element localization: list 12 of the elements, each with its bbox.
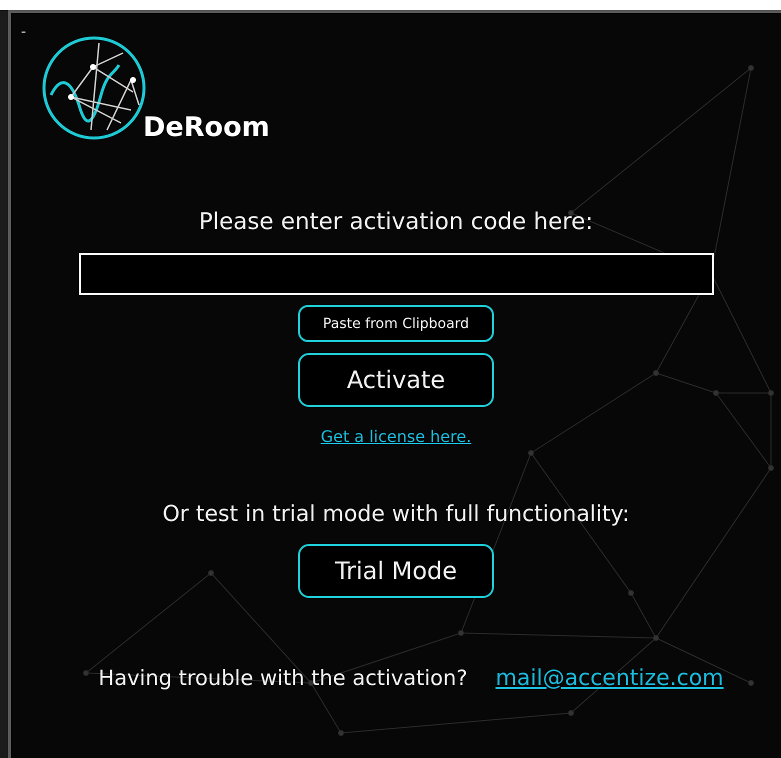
trial-mode-button[interactable]: Trial Mode (298, 544, 494, 598)
activate-button[interactable]: Activate (298, 353, 494, 407)
app-name: DeRoom (143, 112, 270, 143)
help-question: Having trouble with the activation? (98, 666, 468, 690)
activation-code-field[interactable] (78, 253, 714, 295)
activation-prompt: Please enter activation code here: (198, 209, 594, 235)
trial-prompt: Or test in trial mode with full functionality: (162, 502, 630, 527)
email-link[interactable]: mail@accentize.com (496, 666, 724, 691)
license-link[interactable]: Get a license here. (320, 427, 472, 446)
paste-button[interactable]: Paste from Clipboard (298, 305, 494, 342)
logo-icon (41, 35, 147, 141)
minimize-label[interactable]: - (21, 25, 26, 39)
